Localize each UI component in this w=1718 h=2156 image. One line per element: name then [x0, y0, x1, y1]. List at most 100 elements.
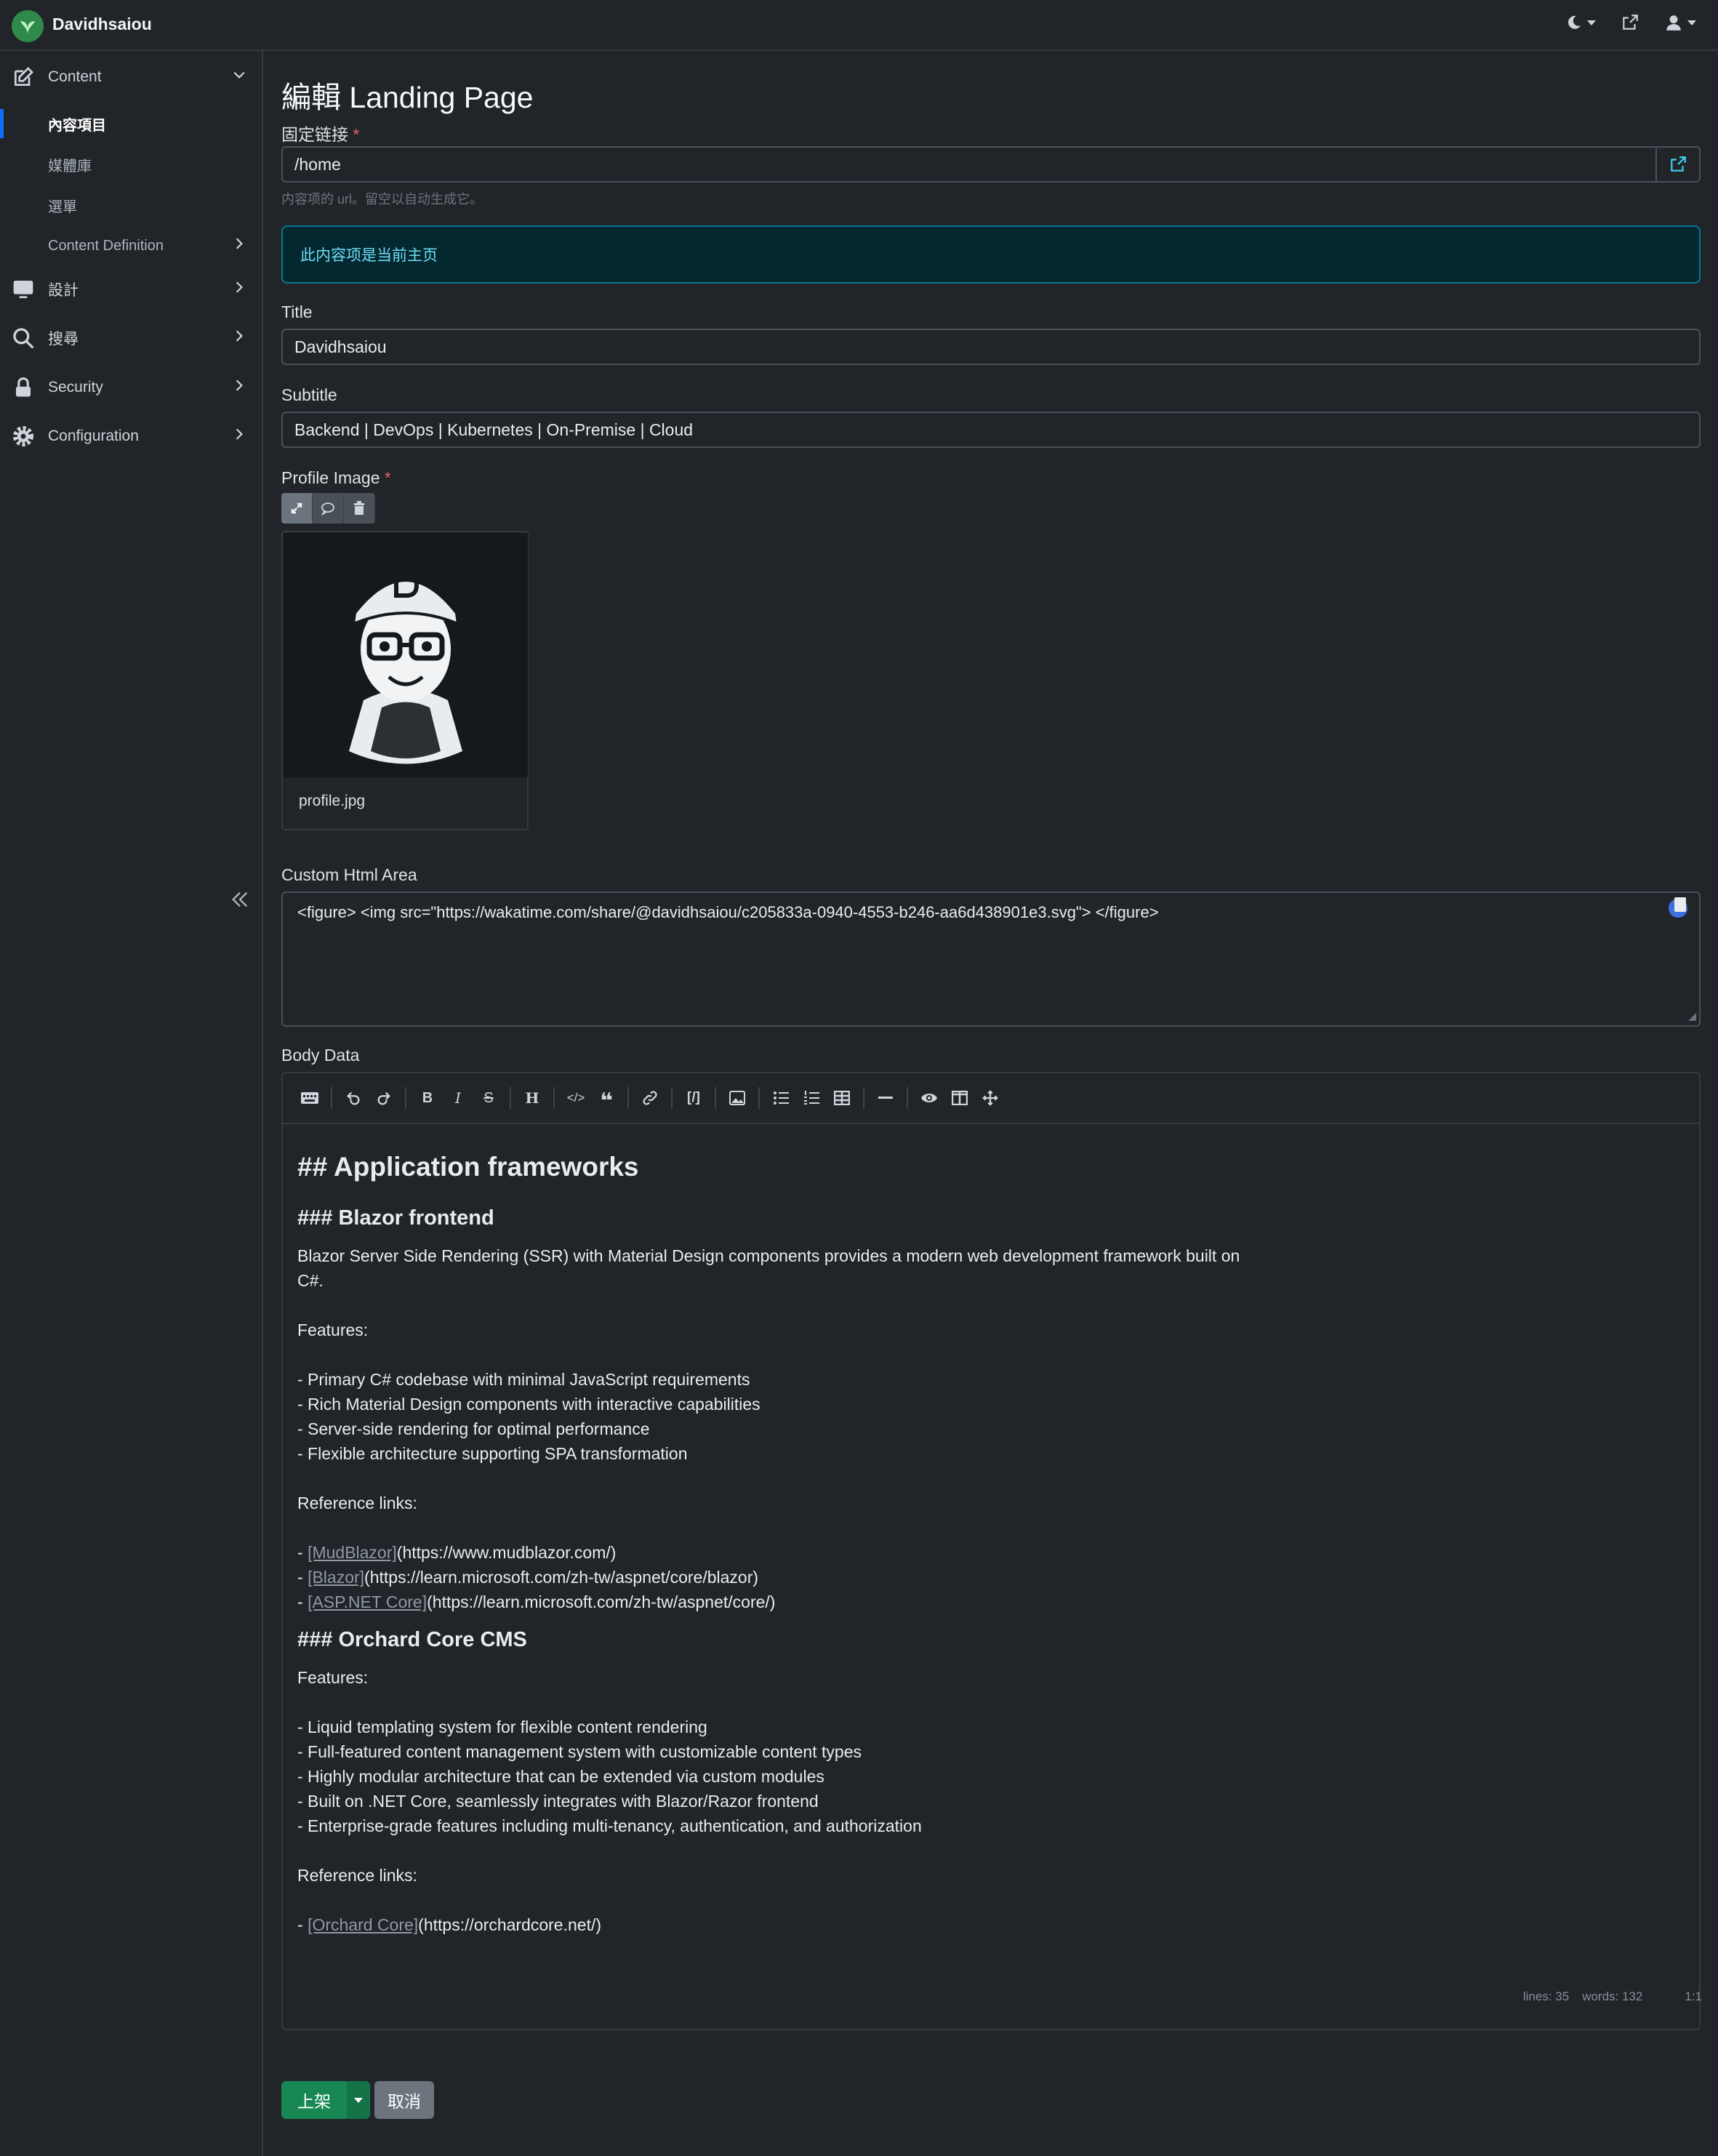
- sidebar-item-label: 選單: [48, 199, 77, 215]
- sidebar-item-content-items[interactable]: 內容項目: [0, 105, 262, 143]
- editor-content[interactable]: ## Application frameworks ### Blazor fro…: [297, 1142, 1679, 1937]
- brand-name[interactable]: Davidhsaiou: [52, 15, 152, 34]
- image-icon: [729, 1091, 745, 1105]
- bold-button[interactable]: B: [412, 1083, 443, 1113]
- custom-html-textarea[interactable]: <figure> <img src="https://wakatime.com/…: [281, 891, 1701, 1027]
- link-icon: [643, 1091, 657, 1105]
- profile-image-card[interactable]: profile.jpg: [281, 531, 529, 830]
- undo-button[interactable]: [338, 1083, 369, 1113]
- page-title: 編輯 Landing Page: [281, 81, 534, 114]
- permalink-input[interactable]: /home: [281, 146, 1701, 183]
- quote-button[interactable]: ❝: [591, 1083, 622, 1113]
- strikethrough-button[interactable]: S: [473, 1083, 504, 1113]
- sidebar-item-security[interactable]: Security: [0, 366, 262, 409]
- chevron-down-icon: [354, 2097, 363, 2103]
- table-button[interactable]: [827, 1083, 857, 1113]
- top-navbar: Davidhsaiou: [0, 0, 1718, 51]
- resize-handle-icon[interactable]: ◢: [1688, 1010, 1696, 1022]
- image-toolbar: [281, 493, 375, 524]
- profile-image-thumbnail: [284, 533, 528, 777]
- sidebar-item-media-library[interactable]: 媒體庫: [0, 145, 262, 183]
- permalink-label-text: 固定链接: [281, 125, 348, 144]
- horizontal-rule-icon: [878, 1097, 893, 1099]
- markdown-editor: B I S H </> ❝ [/] ## Application framewo…: [281, 1072, 1701, 2030]
- sidebar-item-menus[interactable]: 選單: [0, 186, 262, 224]
- sidebar-item-content[interactable]: Content: [0, 55, 262, 99]
- shortcode-button[interactable]: [/]: [678, 1083, 709, 1113]
- custom-html-label: Custom Html Area: [281, 865, 417, 884]
- bullet-list-button[interactable]: [766, 1083, 796, 1113]
- numbered-list-icon: [804, 1091, 819, 1105]
- quote-icon: ❝: [600, 1089, 613, 1113]
- grammar-extension-icon[interactable]: [1669, 897, 1687, 918]
- sidebar-item-label: Content Definition: [48, 237, 164, 254]
- caption-button[interactable]: [313, 493, 344, 524]
- strikethrough-icon: S: [483, 1089, 494, 1106]
- brand-logo-icon[interactable]: [12, 10, 44, 42]
- collapse-sidebar-button[interactable]: [230, 889, 250, 914]
- sidebar-item-design[interactable]: 設計: [0, 268, 262, 311]
- sidebar-item-search[interactable]: 搜尋: [0, 316, 262, 360]
- link-button[interactable]: [635, 1083, 665, 1113]
- profile-image-label: Profile Image *: [281, 468, 391, 488]
- md-dash: -: [297, 1568, 308, 1587]
- subtitle-input[interactable]: Backend | DevOps | Kubernetes | On-Premi…: [281, 412, 1701, 448]
- preview-button[interactable]: [914, 1083, 944, 1113]
- subtitle-label: Subtitle: [281, 385, 337, 404]
- italic-button[interactable]: I: [443, 1083, 473, 1113]
- keyboard-shortcuts-button[interactable]: [294, 1083, 325, 1113]
- publish-button[interactable]: 上架: [281, 2081, 347, 2119]
- fullscreen-button[interactable]: [975, 1083, 1005, 1113]
- title-label: Title: [281, 302, 313, 321]
- md-link-line: - [Blazor](https://learn.microsoft.com/z…: [297, 1565, 1679, 1590]
- md-line: Reference links:: [297, 1494, 417, 1512]
- cancel-button[interactable]: 取消: [374, 2081, 434, 2119]
- action-buttons: 上架 取消: [281, 2081, 434, 2119]
- md-line: - Server-side rendering for optimal perf…: [297, 1419, 650, 1438]
- side-by-side-button[interactable]: [944, 1083, 975, 1113]
- md-heading: ## Application frameworks: [297, 1152, 639, 1182]
- md-dash: -: [297, 1915, 308, 1934]
- sidebar-item-label: 內容項目: [48, 117, 106, 134]
- md-link-url: (https://learn.microsoft.com/zh-tw/aspne…: [427, 1592, 776, 1611]
- sidebar-item-configuration[interactable]: Configuration: [0, 414, 262, 458]
- code-button[interactable]: </>: [561, 1083, 591, 1113]
- search-icon: [10, 325, 36, 351]
- title-input[interactable]: Davidhsaiou: [281, 329, 1701, 365]
- remove-image-button[interactable]: [344, 493, 375, 524]
- sidebar-item-label: Security: [48, 379, 103, 396]
- chevron-down-icon: [233, 68, 246, 86]
- title-value: Davidhsaiou: [294, 337, 387, 356]
- numbered-list-button[interactable]: [796, 1083, 827, 1113]
- bullet-list-icon: [774, 1091, 789, 1105]
- publish-options-button[interactable]: [347, 2081, 370, 2119]
- md-line: Reference links:: [297, 1866, 417, 1885]
- external-link-icon: [1623, 15, 1638, 30]
- md-line: - Liquid templating system for flexible …: [297, 1718, 707, 1736]
- redo-icon: [377, 1091, 390, 1105]
- heading-icon: H: [525, 1089, 539, 1107]
- md-link-line: - [ASP.NET Core](https://learn.microsoft…: [297, 1590, 1679, 1614]
- insert-image-button[interactable]: [722, 1083, 752, 1113]
- arrows-move-icon: [982, 1090, 998, 1106]
- sidebar-item-label: Content: [48, 68, 102, 85]
- external-link-icon: [1671, 156, 1686, 172]
- md-line: Features:: [297, 1668, 369, 1687]
- view-site-button[interactable]: [1621, 13, 1639, 32]
- shortcode-icon: [/]: [687, 1090, 700, 1105]
- crop-button[interactable]: [281, 493, 313, 524]
- profile-image-label-text: Profile Image: [281, 468, 380, 487]
- sidebar-item-label: 媒體庫: [48, 158, 92, 175]
- trash-icon: [354, 501, 364, 515]
- required-mark: *: [353, 125, 360, 144]
- redo-button[interactable]: [369, 1083, 399, 1113]
- chevron-right-icon: [233, 281, 246, 298]
- gear-icon: [10, 423, 36, 449]
- sidebar-item-content-definition[interactable]: Content Definition: [0, 227, 262, 265]
- theme-toggle-button[interactable]: [1565, 14, 1596, 31]
- user-menu-button[interactable]: [1664, 13, 1696, 32]
- chevron-down-icon: [1687, 20, 1696, 25]
- horizontal-rule-button[interactable]: [870, 1083, 901, 1113]
- open-permalink-button[interactable]: [1655, 148, 1699, 181]
- heading-button[interactable]: H: [517, 1083, 547, 1113]
